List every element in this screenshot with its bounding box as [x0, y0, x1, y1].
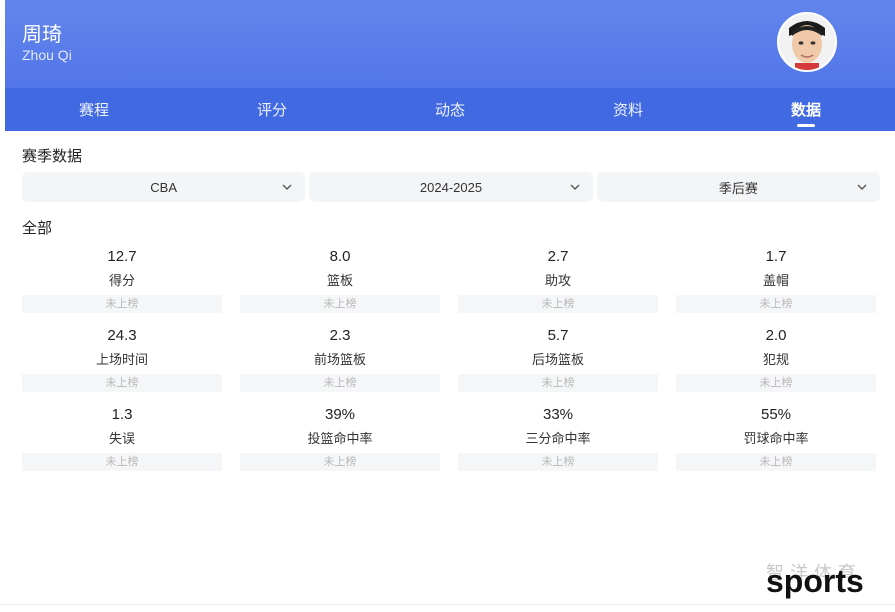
stat-label: 得分: [108, 274, 135, 289]
stat-label: 助攻: [544, 274, 571, 289]
stat-label: 后场篮板: [531, 353, 584, 368]
stat-value: 2.3: [329, 327, 351, 344]
stat-value: 1.3: [111, 406, 133, 423]
tab-bar: 赛程 评分 动态 资料 数据: [5, 88, 895, 131]
stat-label: 前场篮板: [313, 353, 366, 368]
stat-points: 12.7 得分 未上榜: [22, 246, 222, 325]
tab-rating[interactable]: 评分: [183, 88, 361, 131]
stat-value: 2.0: [765, 327, 787, 344]
player-photo-icon: [779, 14, 835, 70]
stat-label: 失误: [108, 432, 135, 447]
tab-stats[interactable]: 数据: [717, 88, 895, 131]
chevron-down-icon: [857, 184, 867, 190]
stat-rank: 未上榜: [676, 453, 876, 471]
stat-rank: 未上榜: [22, 374, 222, 392]
stat-value: 5.7: [547, 327, 569, 344]
stats-grid: 12.7 得分 未上榜 8.0 篮板 未上榜 2.7 助攻 未上榜 1.7 盖帽…: [22, 246, 880, 483]
stat-3pt-pct: 33% 三分命中率 未上榜: [458, 404, 658, 483]
avatar: [777, 12, 837, 72]
stat-fg-pct: 39% 投篮命中率 未上榜: [240, 404, 440, 483]
stat-value: 39%: [324, 406, 356, 423]
stat-rank: 未上榜: [240, 453, 440, 471]
player-header: 周琦 Zhou Qi 赛程 评分 动态 资料 数据: [5, 0, 895, 131]
stat-defensive-rebounds: 5.7 后场篮板 未上榜: [458, 325, 658, 404]
bottom-divider: [0, 604, 895, 605]
stat-value: 55%: [760, 406, 792, 423]
stat-label: 三分命中率: [525, 432, 591, 447]
stat-label: 上场时间: [95, 353, 148, 368]
watermark-logo: sports: [766, 563, 864, 599]
stat-value: 12.7: [107, 248, 137, 265]
stat-assists: 2.7 助攻 未上榜: [458, 246, 658, 325]
chevron-down-icon: [570, 184, 580, 190]
stat-label: 投篮命中率: [307, 432, 373, 447]
stat-fouls: 2.0 犯规 未上榜: [676, 325, 876, 404]
stat-offensive-rebounds: 2.3 前场篮板 未上榜: [240, 325, 440, 404]
stat-minutes: 24.3 上场时间 未上榜: [22, 325, 222, 404]
stat-turnovers: 1.3 失误 未上榜: [22, 404, 222, 483]
stat-value: 2.7: [547, 248, 569, 265]
stage-select[interactable]: 季后赛: [596, 172, 880, 202]
stat-rank: 未上榜: [458, 295, 658, 313]
stat-label: 盖帽: [762, 274, 789, 289]
stat-rank: 未上榜: [676, 374, 876, 392]
season-select-value: 2024-2025: [419, 179, 483, 195]
stat-value: 1.7: [765, 248, 787, 265]
league-select-value: CBA: [150, 179, 178, 195]
season-filters: CBA 2024-2025 季后赛: [22, 172, 880, 202]
stat-label: 篮板: [326, 274, 353, 289]
stat-rank: 未上榜: [22, 295, 222, 313]
player-name: 周琦: [22, 22, 62, 46]
stat-value: 33%: [542, 406, 574, 423]
tab-news[interactable]: 动态: [361, 88, 539, 131]
stat-rank: 未上榜: [240, 374, 440, 392]
chevron-down-icon: [282, 184, 292, 190]
tab-schedule[interactable]: 赛程: [5, 88, 183, 131]
season-select[interactable]: 2024-2025: [309, 172, 593, 202]
player-name-en: Zhou Qi: [22, 47, 72, 63]
tab-profile[interactable]: 资料: [539, 88, 717, 131]
stat-rank: 未上榜: [240, 295, 440, 313]
stat-rank: 未上榜: [458, 453, 658, 471]
stat-rank: 未上榜: [676, 295, 876, 313]
season-data-title: 赛季数据: [22, 147, 83, 165]
stat-label: 犯规: [762, 353, 789, 368]
stat-ft-pct: 55% 罚球命中率 未上榜: [676, 404, 876, 483]
stat-value: 8.0: [329, 248, 351, 265]
stat-value: 24.3: [107, 327, 137, 344]
stage-select-value: 季后赛: [718, 180, 758, 196]
stats-group-title: 全部: [22, 219, 53, 237]
stat-rank: 未上榜: [22, 453, 222, 471]
stat-label: 罚球命中率: [743, 432, 809, 447]
stat-rebounds: 8.0 篮板 未上榜: [240, 246, 440, 325]
stat-rank: 未上榜: [458, 374, 658, 392]
league-select[interactable]: CBA: [22, 172, 306, 202]
stat-blocks: 1.7 盖帽 未上榜: [676, 246, 876, 325]
